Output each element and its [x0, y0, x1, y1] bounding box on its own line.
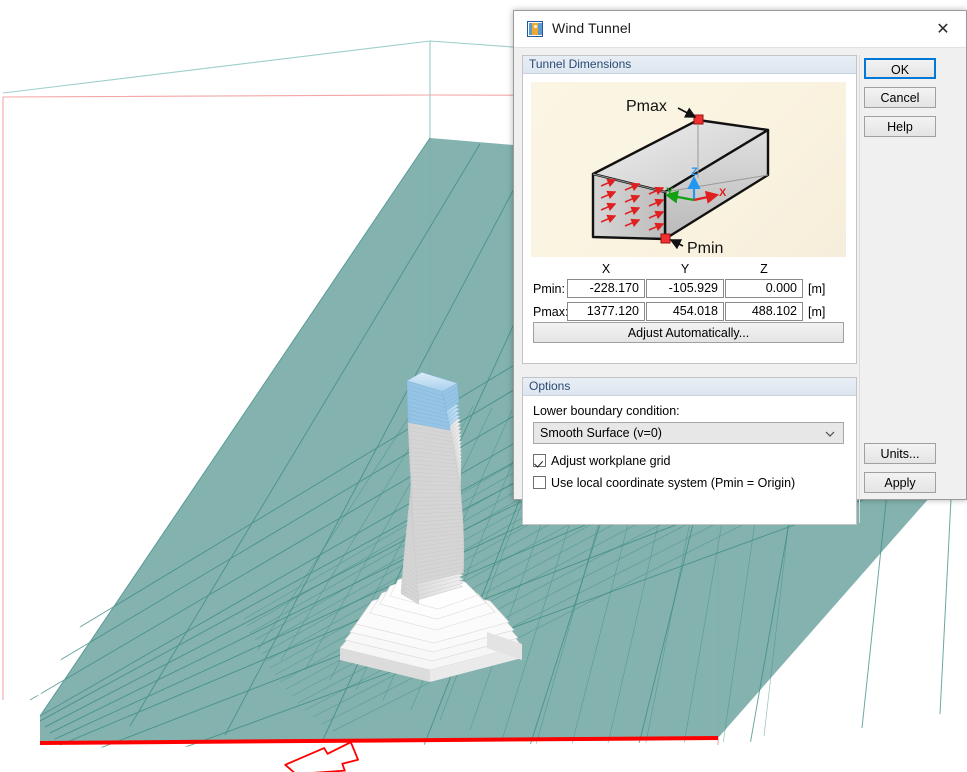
lower-boundary-label: Lower boundary condition: [533, 404, 680, 418]
pmin-label: Pmin [687, 240, 723, 257]
pmin-z-input[interactable] [725, 279, 803, 298]
lower-boundary-select[interactable]: Smooth Surface (v=0) [533, 422, 844, 444]
pmin-x-input[interactable] [567, 279, 645, 298]
checkbox-use-local-coords[interactable]: Use local coordinate system (Pmin = Orig… [533, 476, 795, 490]
col-header-y: Y [680, 262, 690, 276]
wind-tunnel-dialog[interactable]: Wind Tunnel ✕ Tunnel Dimensions Z X Y Pm… [513, 10, 967, 525]
button-column-divider [859, 55, 860, 523]
units-button[interactable]: Units... [864, 443, 936, 464]
checkbox-label-adjust-grid: Adjust workplane grid [551, 454, 671, 468]
ok-button[interactable]: OK [864, 58, 936, 79]
col-header-x: X [601, 262, 611, 276]
cancel-button[interactable]: Cancel [864, 87, 936, 108]
dialog-title: Wind Tunnel [552, 20, 631, 36]
tunnel-illustration: Z X Y Pmax Pmin [531, 82, 846, 257]
group-title-dimensions: Tunnel Dimensions [523, 56, 856, 74]
checkbox-adjust-workplane-grid[interactable]: Adjust workplane grid [533, 454, 671, 468]
chevron-down-icon [825, 431, 835, 437]
close-icon[interactable]: ✕ [920, 11, 966, 46]
col-header-z: Z [760, 262, 768, 276]
checkbox-box-local-coords[interactable] [533, 476, 546, 489]
dialog-titlebar[interactable]: Wind Tunnel ✕ [514, 11, 966, 48]
axis-x-label: X [719, 187, 727, 199]
pmin-y-input[interactable] [646, 279, 724, 298]
axis-y-label: Y [666, 186, 674, 198]
pmax-x-input[interactable] [567, 302, 645, 321]
apply-button[interactable]: Apply [864, 472, 936, 493]
app-icon [527, 21, 543, 37]
lower-boundary-value: Smooth Surface (v=0) [540, 426, 662, 440]
pmax-y-input[interactable] [646, 302, 724, 321]
group-options: Options Lower boundary condition: Smooth… [522, 377, 857, 525]
pmin-unit: [m] [808, 282, 826, 296]
adjust-automatically-button[interactable]: Adjust Automatically... [533, 322, 844, 343]
row-label-pmax: Pmax: [533, 305, 569, 319]
checkbox-label-local-coords: Use local coordinate system (Pmin = Orig… [551, 476, 796, 490]
help-button[interactable]: Help [864, 116, 936, 137]
axis-z-label: Z [691, 166, 698, 178]
pmax-unit: [m] [808, 305, 826, 319]
group-title-options: Options [523, 378, 856, 396]
pmax-z-input[interactable] [725, 302, 803, 321]
checkbox-box-adjust-grid[interactable] [533, 454, 546, 467]
row-label-pmin: Pmin: [533, 282, 565, 296]
group-tunnel-dimensions: Tunnel Dimensions Z X Y Pmax Pmin X Y Z … [522, 55, 857, 364]
pmax-label: Pmax [626, 98, 667, 115]
